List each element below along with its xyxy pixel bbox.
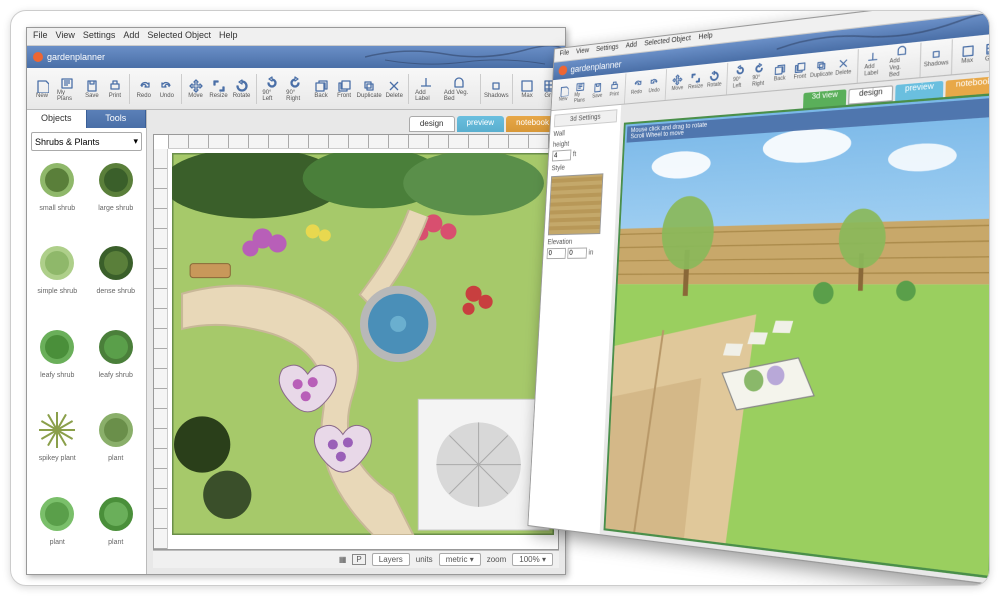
tab-tools[interactable]: Tools [87,110,147,128]
title-bar: gardenplanner [27,46,565,68]
menu-settings[interactable]: Settings [83,30,116,43]
units-label: units [416,555,433,564]
main-toolbar: NewMy PlansSavePrint RedoUndo MoveResizeRo… [27,68,565,110]
toolbar-resize-button[interactable]: Resize [208,77,230,101]
menu-help[interactable]: Help [219,30,238,43]
toolbar-dup-button[interactable]: Duplicate [810,56,832,81]
elevation-input-2[interactable] [567,247,587,258]
palette-item[interactable]: plant [88,491,145,572]
toolbar-rot-l-button[interactable]: 90° Left [259,74,282,104]
toolbar-move-button[interactable]: Move [185,77,207,101]
toolbar-plans-button[interactable]: My Plans [54,74,80,104]
tab-preview[interactable]: preview [457,116,505,132]
menu-file[interactable]: File [33,30,48,43]
toolbar-grid-button[interactable]: Grid [980,39,990,66]
toolbar-label-button[interactable]: Add Label [412,74,440,104]
toolbar-plans-button[interactable]: My Plans [571,78,589,106]
toolbar-rotate-button[interactable]: Rotate [705,67,724,91]
object-palette: small shrublarge shrubsimple shrubdense … [27,155,146,574]
palette-item[interactable]: small shrub [29,157,86,238]
toolbar-print-button[interactable]: Print [606,78,623,101]
palette-item[interactable]: spikey plant [29,407,86,488]
toolbar-rot-r-button[interactable]: 90° Right [283,74,309,104]
toolbar-back-button[interactable]: Back [770,61,790,86]
height-input[interactable] [552,149,571,161]
toolbar-new-button[interactable]: New [555,83,571,105]
toolbar-front-button[interactable]: Front [333,77,355,101]
toolbar-redo-button[interactable]: Redo [628,75,646,98]
toolbar-redo-button[interactable]: Redo [133,77,155,101]
palette-item[interactable]: large shrub [88,157,145,238]
objects-sidebar: Objects Tools Shrubs & Plants ▾ small sh… [27,110,147,574]
palette-item[interactable]: leafy shrub [29,324,86,405]
menu-view[interactable]: View [56,30,75,43]
toolbar-max-button[interactable]: Max [956,41,979,68]
menu-help-r[interactable]: Help [698,32,712,43]
palette-item[interactable]: dense shrub [88,240,145,321]
style-label: Style [551,162,614,173]
menu-add[interactable]: Add [123,30,139,43]
toolbar-new-button[interactable]: New [31,77,53,101]
app-title-r: gardenplanner [570,59,621,74]
palette-item[interactable]: leafy shrub [88,324,145,405]
toolbar-undo-button[interactable]: Undo [156,77,178,101]
toolbar-resize-button[interactable]: Resize [687,69,705,93]
grid-toggle-icon[interactable]: ▦ [339,555,347,564]
style-preview[interactable] [548,173,604,235]
toolbar-del-button[interactable]: Delete [383,77,405,101]
toolbar-dup-button[interactable]: Duplicate [356,77,382,101]
menu-add-r[interactable]: Add [625,41,637,51]
design-canvas[interactable] [153,134,559,550]
toolbar-undo-button[interactable]: Undo [645,74,663,97]
app-title: gardenplanner [47,52,105,62]
toolbar-max-button[interactable]: Max [516,77,538,101]
units-select[interactable]: metric ▾ [439,553,481,566]
app-icon-r [558,65,567,76]
ruler-vertical [154,149,168,549]
chevron-down-icon: ▾ [133,136,138,147]
garden-plan [172,153,554,535]
toolbar-rotate-button[interactable]: Rotate [231,77,253,101]
toolbar-del-button[interactable]: Delete [833,54,854,79]
toolbar-save-button[interactable]: Save [589,80,606,102]
zoom-label: zoom [487,555,507,564]
menu-view-r[interactable]: View [576,47,589,57]
toolbar-rot-r-button[interactable]: 90° Right [749,60,770,91]
tab-3d-settings[interactable]: 3d Settings [554,109,618,127]
ruler-horizontal [168,135,558,149]
palette-item[interactable]: plant [29,491,86,572]
menu-settings-r[interactable]: Settings [596,44,619,56]
main-app-window: File View Settings Add Selected Object H… [26,27,566,575]
toolbar-veg-button[interactable]: Add Veg. Bed [885,41,917,82]
menu-selected-object[interactable]: Selected Object [147,30,211,43]
category-value: Shrubs & Plants [35,137,100,147]
zoom-select[interactable]: 100% ▾ [512,553,553,566]
elevation-label: Elevation [547,238,611,246]
status-bar: ▦ P Layers units metric ▾ zoom 100% ▾ [153,550,559,568]
parking-icon[interactable]: P [352,554,365,565]
palette-item[interactable]: plant [88,407,145,488]
toolbar-shadow-button[interactable]: Shadows [924,44,948,71]
elevation-input-1[interactable] [547,248,566,259]
toolbar-move-button[interactable]: Move [669,71,687,94]
3d-viewport[interactable]: Mouse click and drag to rotateScroll Whe… [603,92,990,578]
tab-design[interactable]: design [409,116,455,132]
toolbar-front-button[interactable]: Front [790,59,810,84]
toolbar-rot-l-button[interactable]: 90° Left [729,62,748,92]
toolbar-save-button[interactable]: Save [81,77,103,101]
menu-bar: File View Settings Add Selected Object H… [27,28,565,46]
layers-button[interactable]: Layers [372,553,410,566]
toolbar-veg-button[interactable]: Add Veg. Bed [441,74,477,104]
preview-app-window: File View Settings Add Selected Object H… [527,10,990,586]
category-dropdown[interactable]: Shrubs & Plants ▾ [31,132,142,151]
toolbar-print-button[interactable]: Print [104,77,126,101]
palette-item[interactable]: simple shrub [29,240,86,321]
toolbar-back-button[interactable]: Back [310,77,332,101]
wall-label: Wall [553,126,616,138]
menu-file-r[interactable]: File [559,50,569,60]
toolbar-shadow-button[interactable]: Shadows [483,77,509,101]
app-icon [33,52,43,62]
toolbar-label-button[interactable]: Add Label [861,48,886,81]
tab-objects[interactable]: Objects [27,110,87,128]
